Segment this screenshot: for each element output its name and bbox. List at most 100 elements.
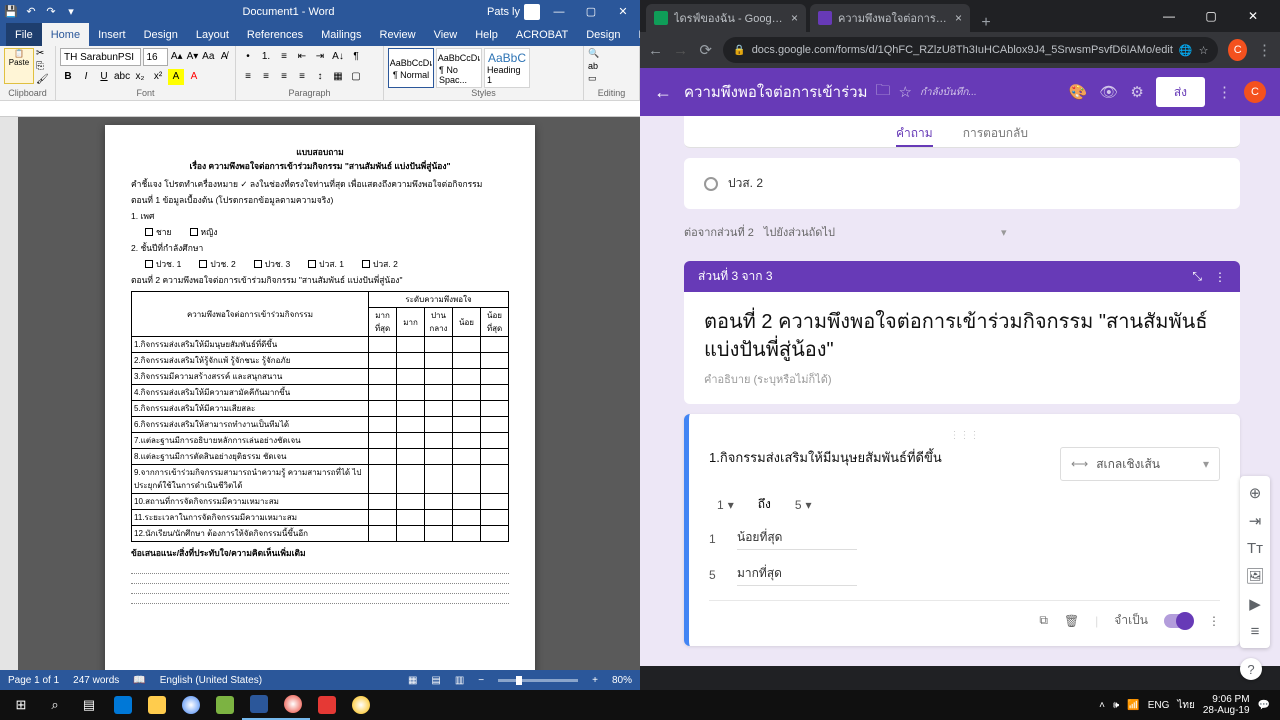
star-icon[interactable]: ☆ [899, 83, 912, 101]
preview-icon[interactable]: 👁 [1099, 83, 1118, 101]
notifications-icon[interactable]: 💬 [1258, 700, 1270, 711]
collapse-icon[interactable]: ⤡ [1192, 269, 1202, 284]
tray-clock[interactable]: 9:06 PM 28-Aug-19 [1203, 694, 1250, 716]
tab-questions[interactable]: คำถาม [896, 116, 933, 147]
bullets-icon[interactable]: • [240, 48, 256, 64]
align-center-icon[interactable]: ≡ [258, 68, 274, 84]
drag-handle-icon[interactable]: ⋮⋮⋮ [709, 430, 1220, 441]
word-vertical-ruler[interactable] [0, 117, 18, 670]
tab-design[interactable]: Design [135, 23, 187, 46]
forward-icon[interactable]: → [673, 42, 688, 59]
word-taskbar-icon[interactable] [242, 690, 276, 720]
question-more-icon[interactable]: ⋮ [1208, 614, 1220, 628]
required-toggle[interactable] [1164, 614, 1192, 628]
tab-references[interactable]: References [238, 23, 312, 46]
tab-acrobat[interactable]: ACROBAT [507, 23, 577, 46]
radio-icon[interactable] [704, 177, 718, 191]
italic-icon[interactable]: I [78, 69, 94, 85]
forms-back-icon[interactable]: ← [654, 82, 672, 103]
superscript-icon[interactable]: x² [150, 69, 166, 85]
add-section-icon[interactable]: ≡ [1251, 623, 1260, 640]
font-color-icon[interactable]: A [186, 69, 202, 85]
chrome-profile[interactable]: C [1228, 39, 1246, 61]
tab-review[interactable]: Review [371, 23, 425, 46]
chrome-maximize-icon[interactable]: ▢ [1190, 0, 1232, 32]
chrome-menu-icon[interactable]: ⋮ [1257, 41, 1272, 59]
edge-icon[interactable] [106, 690, 140, 720]
undo-icon[interactable]: ↶ [24, 5, 38, 18]
goto-next-dropdown[interactable]: ไปยังส่วนถัดไป▾ [764, 223, 1007, 241]
font-family-select[interactable]: TH SarabunPSI [60, 48, 141, 66]
subscript-icon[interactable]: x₂ [132, 69, 148, 85]
view-print-icon[interactable]: ▤ [431, 675, 440, 686]
multilevel-icon[interactable]: ≡ [276, 48, 292, 64]
word-page[interactable]: แบบสอบถาม เรื่อง ความพึงพอใจต่อการเข้าร่… [105, 125, 535, 670]
zoom-value[interactable]: 80% [612, 675, 632, 686]
delete-icon[interactable]: 🗑 [1064, 614, 1079, 628]
radio-option-card[interactable]: ปวส. 2 [684, 158, 1240, 209]
style-heading1[interactable]: AaBbCHeading 1 [484, 48, 530, 88]
strike-icon[interactable]: abc [114, 69, 130, 85]
forms-profile[interactable]: C [1244, 81, 1266, 103]
status-lang[interactable]: English (United States) [160, 675, 262, 686]
question-type-select[interactable]: ⟷สเกลเชิงเส้น▾ [1060, 447, 1220, 481]
redo-icon[interactable]: ↷ [44, 5, 58, 18]
line-spacing-icon[interactable]: ↕ [312, 68, 328, 84]
bookmark-icon[interactable]: ☆ [1199, 44, 1209, 57]
outdent-icon[interactable]: ⇤ [294, 48, 310, 64]
paste-button[interactable]: 📋Paste [4, 48, 34, 84]
zoom-slider[interactable] [498, 679, 578, 682]
system-tray[interactable]: ˄ 🕪 📶 ENG ไทย 9:06 PM 28-Aug-19 💬 [1099, 694, 1276, 716]
section-more-icon[interactable]: ⋮ [1214, 270, 1226, 284]
question-title-input[interactable]: 1.กิจกรรมส่งเสริมให้มีมนุษยสัมพันธ์ที่ดี… [709, 447, 1044, 472]
help-icon[interactable]: ? [1240, 658, 1262, 680]
find-button[interactable]: 🔍 [588, 48, 635, 59]
word-ruler[interactable] [0, 101, 640, 117]
tab-home[interactable]: Home [42, 23, 89, 46]
save-icon[interactable]: 💾 [4, 5, 18, 18]
tab-file[interactable]: File [6, 23, 42, 46]
replace-button[interactable]: ab [588, 61, 635, 71]
sort-icon[interactable]: A↓ [330, 48, 346, 64]
borders-icon[interactable]: ▢ [348, 68, 364, 84]
word-minimize-icon[interactable]: — [546, 6, 572, 18]
copy-icon[interactable]: ⎘ [36, 61, 49, 72]
tab-responses[interactable]: การตอบกลับ [963, 116, 1028, 147]
style-normal[interactable]: AaBbCcDเ¶ Normal [388, 48, 434, 88]
tray-up-icon[interactable]: ˄ [1099, 700, 1105, 711]
status-page[interactable]: Page 1 of 1 [8, 675, 59, 686]
indent-icon[interactable]: ⇥ [312, 48, 328, 64]
task-view-icon[interactable]: ▤ [72, 690, 106, 720]
reload-icon[interactable]: ⟳ [698, 41, 713, 59]
chrome-tab-forms[interactable]: ความพึงพอใจต่อการเข้าร่วมกิจกรรม× [810, 4, 970, 32]
tab-view[interactable]: View [425, 23, 467, 46]
cut-icon[interactable]: ✂ [36, 48, 49, 59]
tab-help[interactable]: Help [466, 23, 507, 46]
tab-design2[interactable]: Design [577, 23, 629, 46]
shrink-font-icon[interactable]: A▾ [186, 49, 200, 65]
send-button[interactable]: ส่ง [1156, 77, 1205, 107]
justify-icon[interactable]: ≡ [294, 68, 310, 84]
align-right-icon[interactable]: ≡ [276, 68, 292, 84]
tab-mailings[interactable]: Mailings [312, 23, 370, 46]
status-words[interactable]: 247 words [73, 675, 119, 686]
section-card[interactable]: ตอนที่ 2 ความพึงพอใจต่อการเข้าร่วมกิจกรร… [684, 292, 1240, 404]
chrome-icon[interactable] [174, 690, 208, 720]
settings-icon[interactable]: ⚙ [1130, 83, 1143, 101]
tray-network-icon[interactable]: 🕪 [1113, 700, 1119, 711]
question-card[interactable]: ⋮⋮⋮ 1.กิจกรรมส่งเสริมให้มีมนุษยสัมพันธ์ท… [684, 414, 1240, 646]
align-left-icon[interactable]: ≡ [240, 68, 256, 84]
app-c2-icon[interactable] [310, 690, 344, 720]
tab-layout[interactable]: Layout [187, 23, 238, 46]
clear-format-icon[interactable]: A̸ [217, 49, 231, 65]
scale-label-low-input[interactable]: น้อยที่สุด [737, 528, 857, 550]
shading-icon[interactable]: ▦ [330, 68, 346, 84]
back-icon[interactable]: ← [648, 42, 663, 59]
numbering-icon[interactable]: 1. [258, 48, 274, 64]
format-painter-icon[interactable]: 🖌 [36, 74, 49, 85]
highlight-icon[interactable]: A [168, 69, 184, 85]
add-title-icon[interactable]: Tᴛ [1247, 540, 1263, 557]
app-c1-icon[interactable] [208, 690, 242, 720]
close-icon[interactable]: × [791, 11, 798, 25]
explorer-icon[interactable] [140, 690, 174, 720]
